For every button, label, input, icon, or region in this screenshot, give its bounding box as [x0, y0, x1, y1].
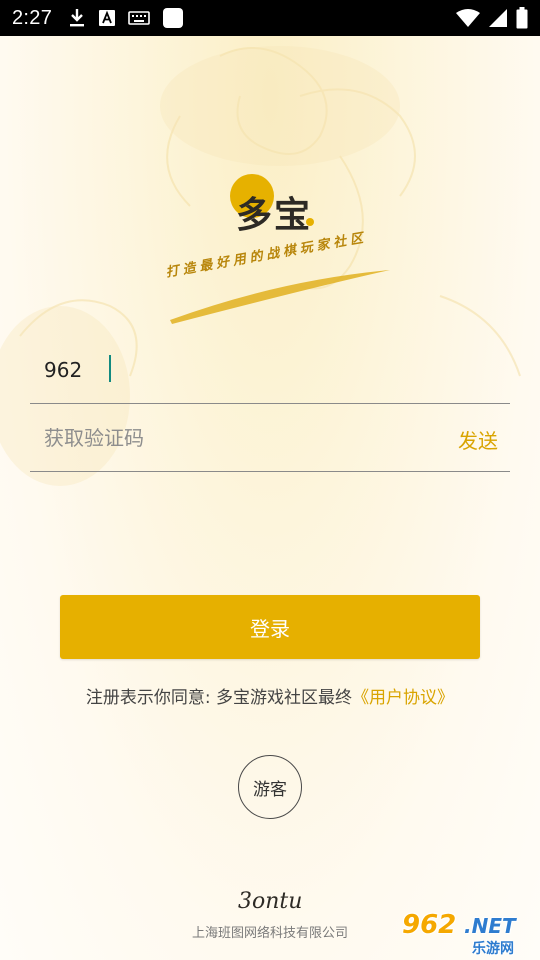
send-code-button[interactable]: 发送	[458, 422, 498, 456]
site-watermark: 962 .NET 乐游网	[402, 910, 536, 957]
watermark-number: 962	[402, 910, 457, 940]
status-bar: 2:27	[0, 0, 540, 36]
battery-icon	[516, 7, 528, 29]
keyboard-icon	[128, 10, 150, 26]
app-square-icon	[162, 7, 184, 29]
company-logo-text: 3ontu	[238, 889, 302, 914]
verification-code-field[interactable]: 发送	[30, 404, 510, 472]
agreement-text: 注册表示你同意: 多宝游戏社区最终《用户协议》	[0, 683, 540, 708]
phone-input[interactable]	[44, 352, 424, 388]
slogan: 打造最好用的战棋玩家社区	[160, 231, 420, 330]
status-time: 2:27	[12, 6, 53, 29]
agreement-prefix: 注册表示你同意: 多宝游戏社区最终	[85, 688, 353, 708]
watermark-net: .NET	[464, 914, 516, 938]
signal-icon	[488, 8, 508, 28]
status-notification-icons	[68, 7, 184, 29]
login-button[interactable]: 登录	[60, 595, 480, 659]
user-agreement-link[interactable]: 《用户协议》	[352, 688, 454, 708]
logo-text: 多宝	[236, 195, 313, 236]
status-system-icons	[456, 7, 528, 29]
text-caret	[109, 355, 111, 382]
app-logo: 多宝	[228, 172, 328, 236]
phone-field[interactable]	[30, 336, 510, 404]
guest-login-button[interactable]: 游客	[238, 755, 302, 819]
logo-dot	[306, 218, 314, 226]
watermark-site: 乐游网	[472, 941, 514, 957]
text-a-icon	[98, 9, 116, 27]
verification-code-input[interactable]	[44, 420, 424, 456]
download-icon	[68, 8, 86, 28]
brush-stroke-icon	[170, 270, 390, 324]
company-logo: 3ontu	[238, 889, 302, 914]
wifi-icon	[456, 8, 480, 28]
